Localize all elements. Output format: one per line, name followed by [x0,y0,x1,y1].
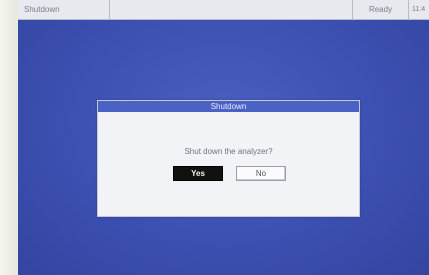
status-message-area [110,0,353,19]
monitor-bezel [0,0,18,275]
screen-title: Shutdown [18,0,110,19]
status-indicator: Ready [353,0,409,19]
dialog-title: Shutdown [98,101,359,112]
clock: 11:4 [412,6,426,13]
status-bar: Shutdown Ready 11:4 [18,0,429,20]
yes-button[interactable]: Yes [173,166,223,181]
no-button[interactable]: No [236,166,286,181]
dialog-message: Shut down the analyzer? [184,147,273,156]
shutdown-dialog: Shutdown Shut down the analyzer? Yes No [97,100,360,217]
analyzer-screen: Shutdown Ready 11:4 Shutdown Shut down t… [18,0,429,275]
